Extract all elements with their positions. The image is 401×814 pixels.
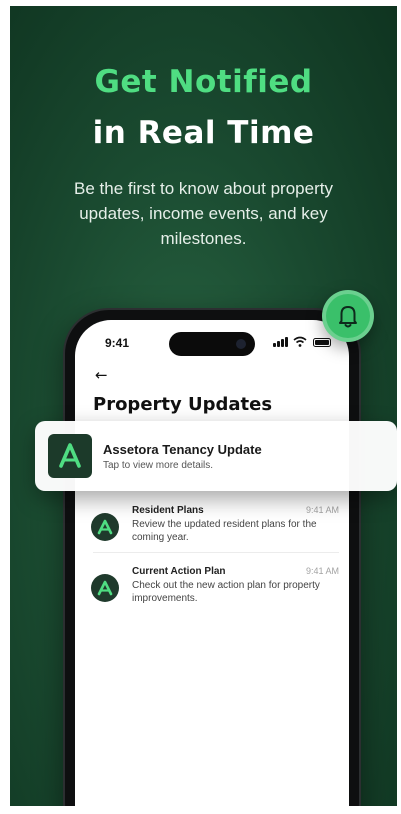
back-arrow-icon[interactable]: ← (95, 366, 108, 384)
divider (93, 552, 339, 553)
phone-screen: 9:41 ← Property Updates Resident Plans 9… (75, 320, 349, 806)
assetora-logo-icon (91, 513, 119, 541)
notification-title: Current Action Plan (132, 566, 226, 577)
list-item[interactable]: Resident Plans 9:41 AM Review the update… (87, 505, 341, 563)
notification-title: Resident Plans (132, 505, 204, 516)
notification-banner[interactable]: Assetora Tenancy Update Tap to view more… (35, 421, 397, 491)
status-time: 9:41 (105, 336, 130, 350)
headline-primary: Get Notified (94, 64, 313, 100)
list-item[interactable]: Current Action Plan 9:41 AM Check out th… (87, 566, 341, 624)
status-icons (273, 336, 333, 350)
signal-icon (277, 341, 280, 347)
notification-body: Check out the new action plan for proper… (132, 580, 320, 604)
promo-panel: Get Notified in Real Time Be the first t… (10, 6, 397, 806)
notification-time: 9:41 AM (305, 566, 339, 576)
notification-body: Review the updated resident plans for th… (132, 519, 317, 543)
wifi-icon (293, 336, 307, 347)
phone-mockup: 9:41 ← Property Updates Resident Plans 9… (63, 308, 361, 806)
signal-icon (281, 339, 284, 347)
hero-subtitle: Be the first to know about property upda… (74, 179, 333, 248)
notification-time: 9:41 AM (305, 505, 339, 515)
notification-badge (322, 290, 374, 342)
app-store-screenshot: Get Notified in Real Time Be the first t… (0, 0, 401, 814)
assetora-logo-icon (91, 574, 119, 602)
headline-secondary: in Real Time (92, 115, 315, 151)
battery-icon (313, 338, 331, 347)
dynamic-island (169, 332, 255, 356)
camera-icon (236, 339, 246, 349)
assetora-logo-icon (48, 434, 92, 478)
bell-icon (339, 306, 357, 328)
banner-subtitle: Tap to view more details. (103, 460, 214, 471)
page-title: Property Updates (93, 394, 273, 415)
signal-icon (285, 337, 288, 347)
banner-title: Assetora Tenancy Update (103, 442, 262, 457)
signal-icon (273, 343, 276, 347)
